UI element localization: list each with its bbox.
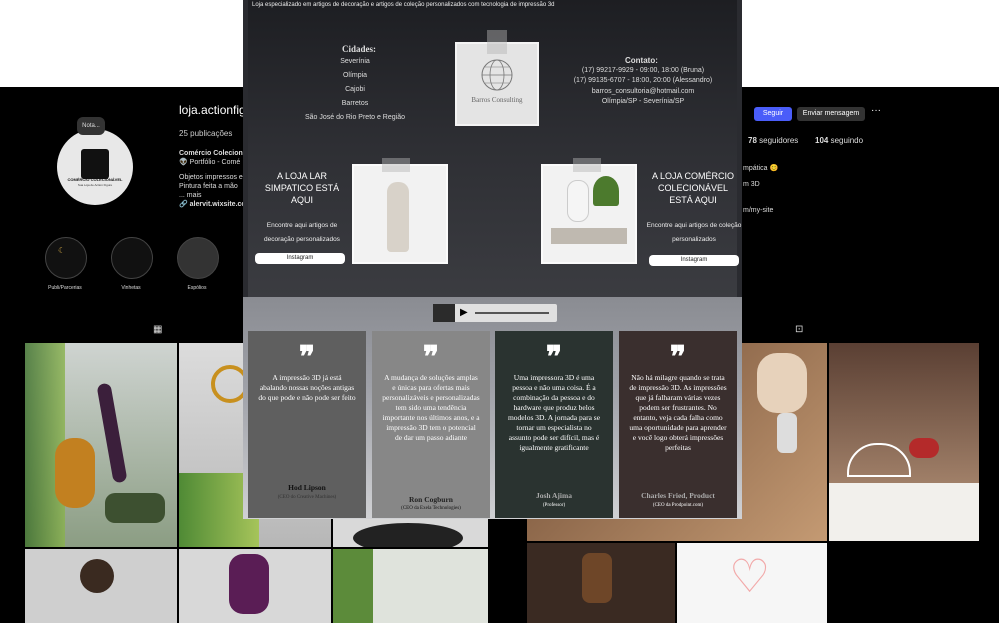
hero-section: Loja especializado em artigos de decoraç…: [248, 0, 741, 297]
follow-button[interactable]: Seguir: [754, 107, 792, 121]
quote-role: (CEO do Creative Machines): [277, 495, 337, 500]
highlight-vinhetas[interactable]: [111, 237, 153, 279]
bio-fragment[interactable]: m/my-site: [743, 207, 773, 214]
bust-plant-photo[interactable]: [541, 158, 637, 264]
highlight-publi[interactable]: ☾: [45, 237, 87, 279]
store-left-desc: Encontre aqui artigos de decoração perso…: [264, 222, 340, 243]
quote-role: (Professor): [542, 503, 566, 508]
post-tile[interactable]: [527, 543, 675, 623]
quote-author: Josh Ajima: [535, 491, 573, 500]
store-right-title: A LOJA COMÉRCIO COLECIONÁVEL ESTÁ AQUI: [651, 171, 735, 205]
player-thumbnail: [433, 304, 455, 322]
highlight-label: Espólios: [187, 285, 207, 291]
tape: [487, 30, 507, 54]
contact-line: (17) 99217-9929 - 09:00, 18:00 (Bruna): [581, 67, 705, 74]
following-label: seguindo: [830, 136, 864, 145]
quote-icon: ❞: [298, 341, 316, 374]
quote-card: ❞ A mudança de soluções amplas e únicas …: [372, 331, 490, 518]
followers-count: 78: [748, 136, 757, 145]
shopping-bag-icon: [81, 149, 109, 179]
city-item: Barretos: [341, 100, 369, 107]
post-tile[interactable]: [25, 549, 177, 623]
quote-text: Não há milagre quando se trata de impres…: [629, 373, 727, 452]
quote-text: A impressão 3D já está abalando nossas n…: [258, 373, 356, 402]
quote-role: (CEO da Exela Technologies): [401, 506, 461, 511]
quote-author: Hod Lipson: [288, 483, 326, 492]
profile-username: loja.actionfigu: [179, 103, 253, 117]
following-stat[interactable]: 104 seguindo: [815, 136, 863, 145]
logo-name: Barros Consulting: [471, 96, 523, 104]
tape: [382, 158, 410, 172]
website-window: Loja especializado em artigos de decoraç…: [243, 0, 742, 519]
post-tile[interactable]: [25, 343, 177, 547]
quote-icon: ❞: [669, 341, 687, 374]
moon-icon: ☾: [58, 246, 66, 255]
avatar-title: COMÉRCIO COLECIONÁVEL: [67, 177, 123, 182]
store-left-title: A LOJA LAR SIMPATICO ESTÁ AQUI: [264, 171, 340, 205]
venus-statue-photo[interactable]: [352, 158, 448, 264]
globe-icon: [481, 59, 513, 91]
tagged-icon[interactable]: ⊡: [795, 324, 803, 335]
post-tile[interactable]: [829, 343, 979, 541]
more-options-icon[interactable]: ···: [871, 105, 881, 116]
city-item: São José do Rio Preto e Região: [304, 114, 405, 121]
contact-line: Olímpia/SP - Severínia/SP: [601, 98, 685, 105]
quote-card: ❞ A impressão 3D já está abalando nossas…: [248, 331, 366, 518]
grid-icon[interactable]: ▦: [153, 324, 162, 335]
quote-role: (CEO da Prodpoint.com): [652, 503, 704, 508]
following-count: 104: [815, 136, 829, 145]
play-icon[interactable]: ▶: [460, 307, 468, 318]
followers-stat[interactable]: 78 seguidores: [748, 136, 798, 145]
bio-fragment: m 3D: [743, 181, 760, 188]
quote-text: A mudança de soluções amplas e únicas pa…: [382, 373, 480, 442]
city-item: Severínia: [340, 58, 370, 65]
followers-label: seguidores: [759, 136, 799, 145]
quote-author: Charles Fried, Product: [641, 491, 715, 500]
cities-title: Cidades:: [342, 44, 377, 54]
post-tile[interactable]: [179, 549, 331, 623]
instagram-button-right[interactable]: Instagram: [649, 255, 739, 266]
profile-avatar[interactable]: Nota...: [57, 117, 133, 205]
quote-text: Uma impressora 3D é uma pessoa e não uma…: [507, 373, 601, 452]
post-tile[interactable]: [333, 549, 488, 623]
avatar-note: Nota...: [77, 117, 105, 135]
tape: [573, 158, 601, 172]
contact-email[interactable]: barros_consultoria@hotmail.com: [568, 88, 718, 95]
company-logo: Barros Consulting: [455, 30, 539, 126]
store-right-desc: Encontre aqui artigos de coleção persona…: [646, 222, 742, 243]
heart-icon: ♡: [729, 550, 771, 602]
quote-card: ❞ Não há milagre quando se trata de impr…: [619, 331, 737, 518]
bio-fragment: mpática 😊: [743, 165, 779, 172]
highlight-label: Publi/Parcerias: [48, 285, 82, 291]
posts-count: 25 publicações: [179, 129, 233, 138]
city-item: Cajobi: [345, 86, 365, 93]
contact-title: Contato:: [625, 56, 658, 65]
contact-line: (17) 99135-6707 - 18:00, 20:00 (Alessand…: [573, 77, 713, 84]
site-tagline: Loja especializado em artigos de decoraç…: [252, 2, 555, 8]
post-tile[interactable]: ♡: [677, 543, 827, 623]
audio-player[interactable]: ▶: [433, 304, 557, 322]
highlight-espolios[interactable]: [177, 237, 219, 279]
city-item: Olímpia: [342, 72, 368, 79]
progress-track[interactable]: [475, 312, 549, 314]
quote-icon: ❞: [422, 341, 440, 374]
highlight-label: Vinhetas: [121, 285, 141, 291]
quote-icon: ❞: [545, 341, 563, 374]
instagram-button-left[interactable]: Instagram: [255, 253, 345, 264]
avatar-subtitle: Sua Loja de Action Figure: [77, 183, 113, 187]
quote-author: Ron Cogburn: [409, 495, 453, 504]
message-button[interactable]: Enviar mensagem: [797, 107, 865, 121]
quote-card: ❞ Uma impressora 3D é uma pessoa e não u…: [495, 331, 613, 518]
